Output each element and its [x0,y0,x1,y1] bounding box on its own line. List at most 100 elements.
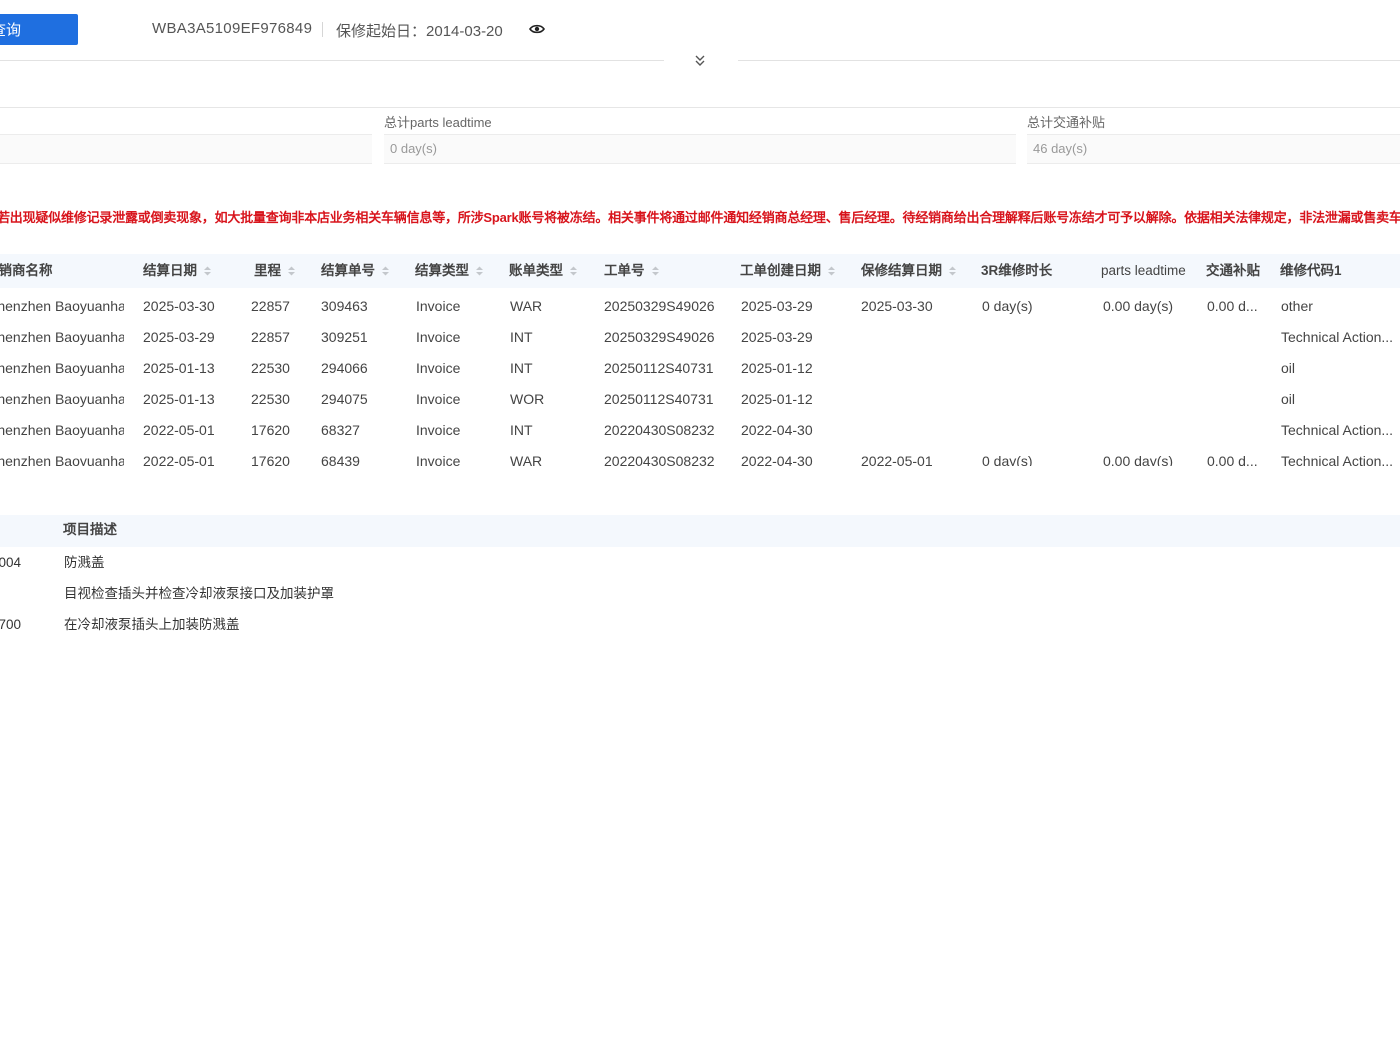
transport-subsidy-field: 46 day(s) [1027,134,1400,164]
chevron-double-down-icon[interactable] [692,54,708,68]
table-cell [861,353,976,384]
table-cell: 22530 [251,391,290,407]
table-cell: 20250112S40731 [604,360,714,376]
table-cell: 17620 [251,422,290,438]
item-description: 防溅盖 [64,555,105,570]
table-cell: Technical Action... [1281,422,1394,438]
col-settlement-type[interactable]: 结算类型 [415,254,484,288]
table-row[interactable]: Shenzhen Baoyuanha... 2025-03-29 22857 3092… [0,322,1400,353]
table-cell: Technical Action... [1281,453,1394,466]
table-row[interactable]: Shenzhen Baoyuanha... 2025-01-13 22530 2940… [0,353,1400,384]
table-cell [982,322,1097,353]
sort-icon[interactable] [569,265,578,277]
col-mileage[interactable]: 里程 [254,254,296,288]
table-cell: 0.00 d... [1207,453,1258,466]
table-cell: 68327 [321,422,360,438]
records-table: 经销商名称 结算日期 里程 结算单号 结算类型 账单类型 工单号 工单创建日期 … [0,254,1400,466]
col-repair-code-1: 维修代码1 [1280,263,1342,278]
table-cell: 2025-03-30 [143,298,215,314]
sort-icon[interactable] [827,265,836,277]
table-cell: 2025-03-29 [741,329,813,345]
table-cell: 309463 [321,298,368,314]
table-cell: 0.00 d... [1207,298,1258,314]
table-cell: Shenzhen Baoyuanha... [0,298,124,314]
table-cell: WOR [510,391,545,407]
col-warranty-settlement-date[interactable]: 保修结算日期 [861,254,957,288]
table-cell [1103,322,1203,353]
table-cell: oil [1281,391,1296,407]
table-cell: WAR [510,453,543,466]
table-cell: Shenzhen Baoyuanha... [0,422,124,438]
list-item[interactable]: 目视检查插头并检查冷却液泵接口及加装护罩 [0,578,1400,609]
table-cell: 20220430S08232 [604,453,715,466]
item-number [0,578,51,609]
col-settlement-no[interactable]: 结算单号 [321,254,390,288]
table-cell: 2022-05-01 [143,453,215,466]
item-number: 0700 [0,617,22,632]
table-cell: Technical Action... [1281,329,1394,345]
sort-icon[interactable] [948,265,957,277]
table-cell: 2022-04-30 [741,422,813,438]
table-cell: 0 day(s) [982,453,1033,466]
table-cell: oil [1281,360,1296,376]
col-item-no: 项目编号 [0,522,50,537]
sort-icon[interactable] [203,265,212,277]
table-cell: 20250329S49026 [604,329,715,345]
col-parts-leadtime: parts leadtime [1101,263,1186,278]
table-cell: 20250329S49026 [604,298,715,314]
col-settlement-date[interactable]: 结算日期 [143,254,212,288]
table-cell [982,384,1097,415]
list-item[interactable]: 0700 在冷却液泵插头上加装防溅盖 [0,609,1400,640]
sort-icon[interactable] [475,265,484,277]
table-cell: 2025-01-12 [741,391,813,407]
table-cell: 309251 [321,329,368,345]
table-cell: 2022-05-01 [143,422,215,438]
table-cell: 22857 [251,298,290,314]
table-cell: 17620 [251,453,290,466]
table-cell: 0.00 day(s) [1103,298,1174,314]
parts-leadtime-value: 0 day(s) [390,141,437,156]
col-transport-subsidy: 交通补贴 [1206,263,1260,278]
query-button[interactable]: 查询 [0,14,78,45]
sort-icon[interactable] [287,265,296,277]
col-3r-repair-duration: 3R维修时长 [981,263,1053,278]
table-cell: Shenzhen Baoyuanha... [0,391,124,407]
table-cell: Invoice [416,453,461,466]
table-cell: 2025-03-29 [143,329,215,345]
table-cell: Shenzhen Baoyuanha... [0,453,124,466]
sort-icon[interactable] [381,265,390,277]
col-order-created-date[interactable]: 工单创建日期 [740,254,836,288]
table-cell: 2025-01-13 [143,360,215,376]
warning-notice: 若出现疑似维修记录泄露或倒卖现象，如大批量查询非本店业务相关车辆信息等，所涉Sp… [0,210,1400,225]
item-number: 0004 [0,555,22,570]
table-cell [861,415,976,446]
warranty-label: 保修起始日： [336,23,427,40]
table-cell: INT [510,422,533,438]
table-row[interactable]: Shenzhen Baoyuanha... 2025-03-30 22857 3094… [0,291,1400,322]
divider [322,22,323,37]
table-cell: Invoice [416,329,461,345]
table-row[interactable]: Shenzhen Baoyuanha... 2022-05-01 17620 6843… [0,446,1400,466]
table-cell: other [1281,298,1313,314]
table-cell: INT [510,329,533,345]
transport-subsidy-value: 46 day(s) [1033,141,1088,156]
col-bill-type[interactable]: 账单类型 [509,254,578,288]
divider [0,60,664,61]
col-work-order-no[interactable]: 工单号 [604,254,660,288]
item-description: 在冷却液泵插头上加装防溅盖 [64,617,240,632]
table-cell: 20220430S08232 [604,422,715,438]
table-cell: Invoice [416,360,461,376]
table-cell: WAR [510,298,543,314]
table-cell: 20250112S40731 [604,391,714,407]
sort-icon[interactable] [651,265,660,277]
table-cell: 2025-01-12 [741,360,813,376]
transport-subsidy-label: 总计交通补贴 [1027,115,1106,130]
table-cell: 68439 [321,453,360,466]
table-cell [1103,353,1203,384]
eye-icon[interactable] [529,22,545,36]
table-cell: 2025-03-30 [861,298,933,314]
table-cell [1103,384,1203,415]
list-item[interactable]: 0004 防溅盖 [0,547,1400,578]
table-row[interactable]: Shenzhen Baoyuanha... 2022-05-01 17620 6832… [0,415,1400,446]
table-row[interactable]: Shenzhen Baoyuanha... 2025-01-13 22530 2940… [0,384,1400,415]
